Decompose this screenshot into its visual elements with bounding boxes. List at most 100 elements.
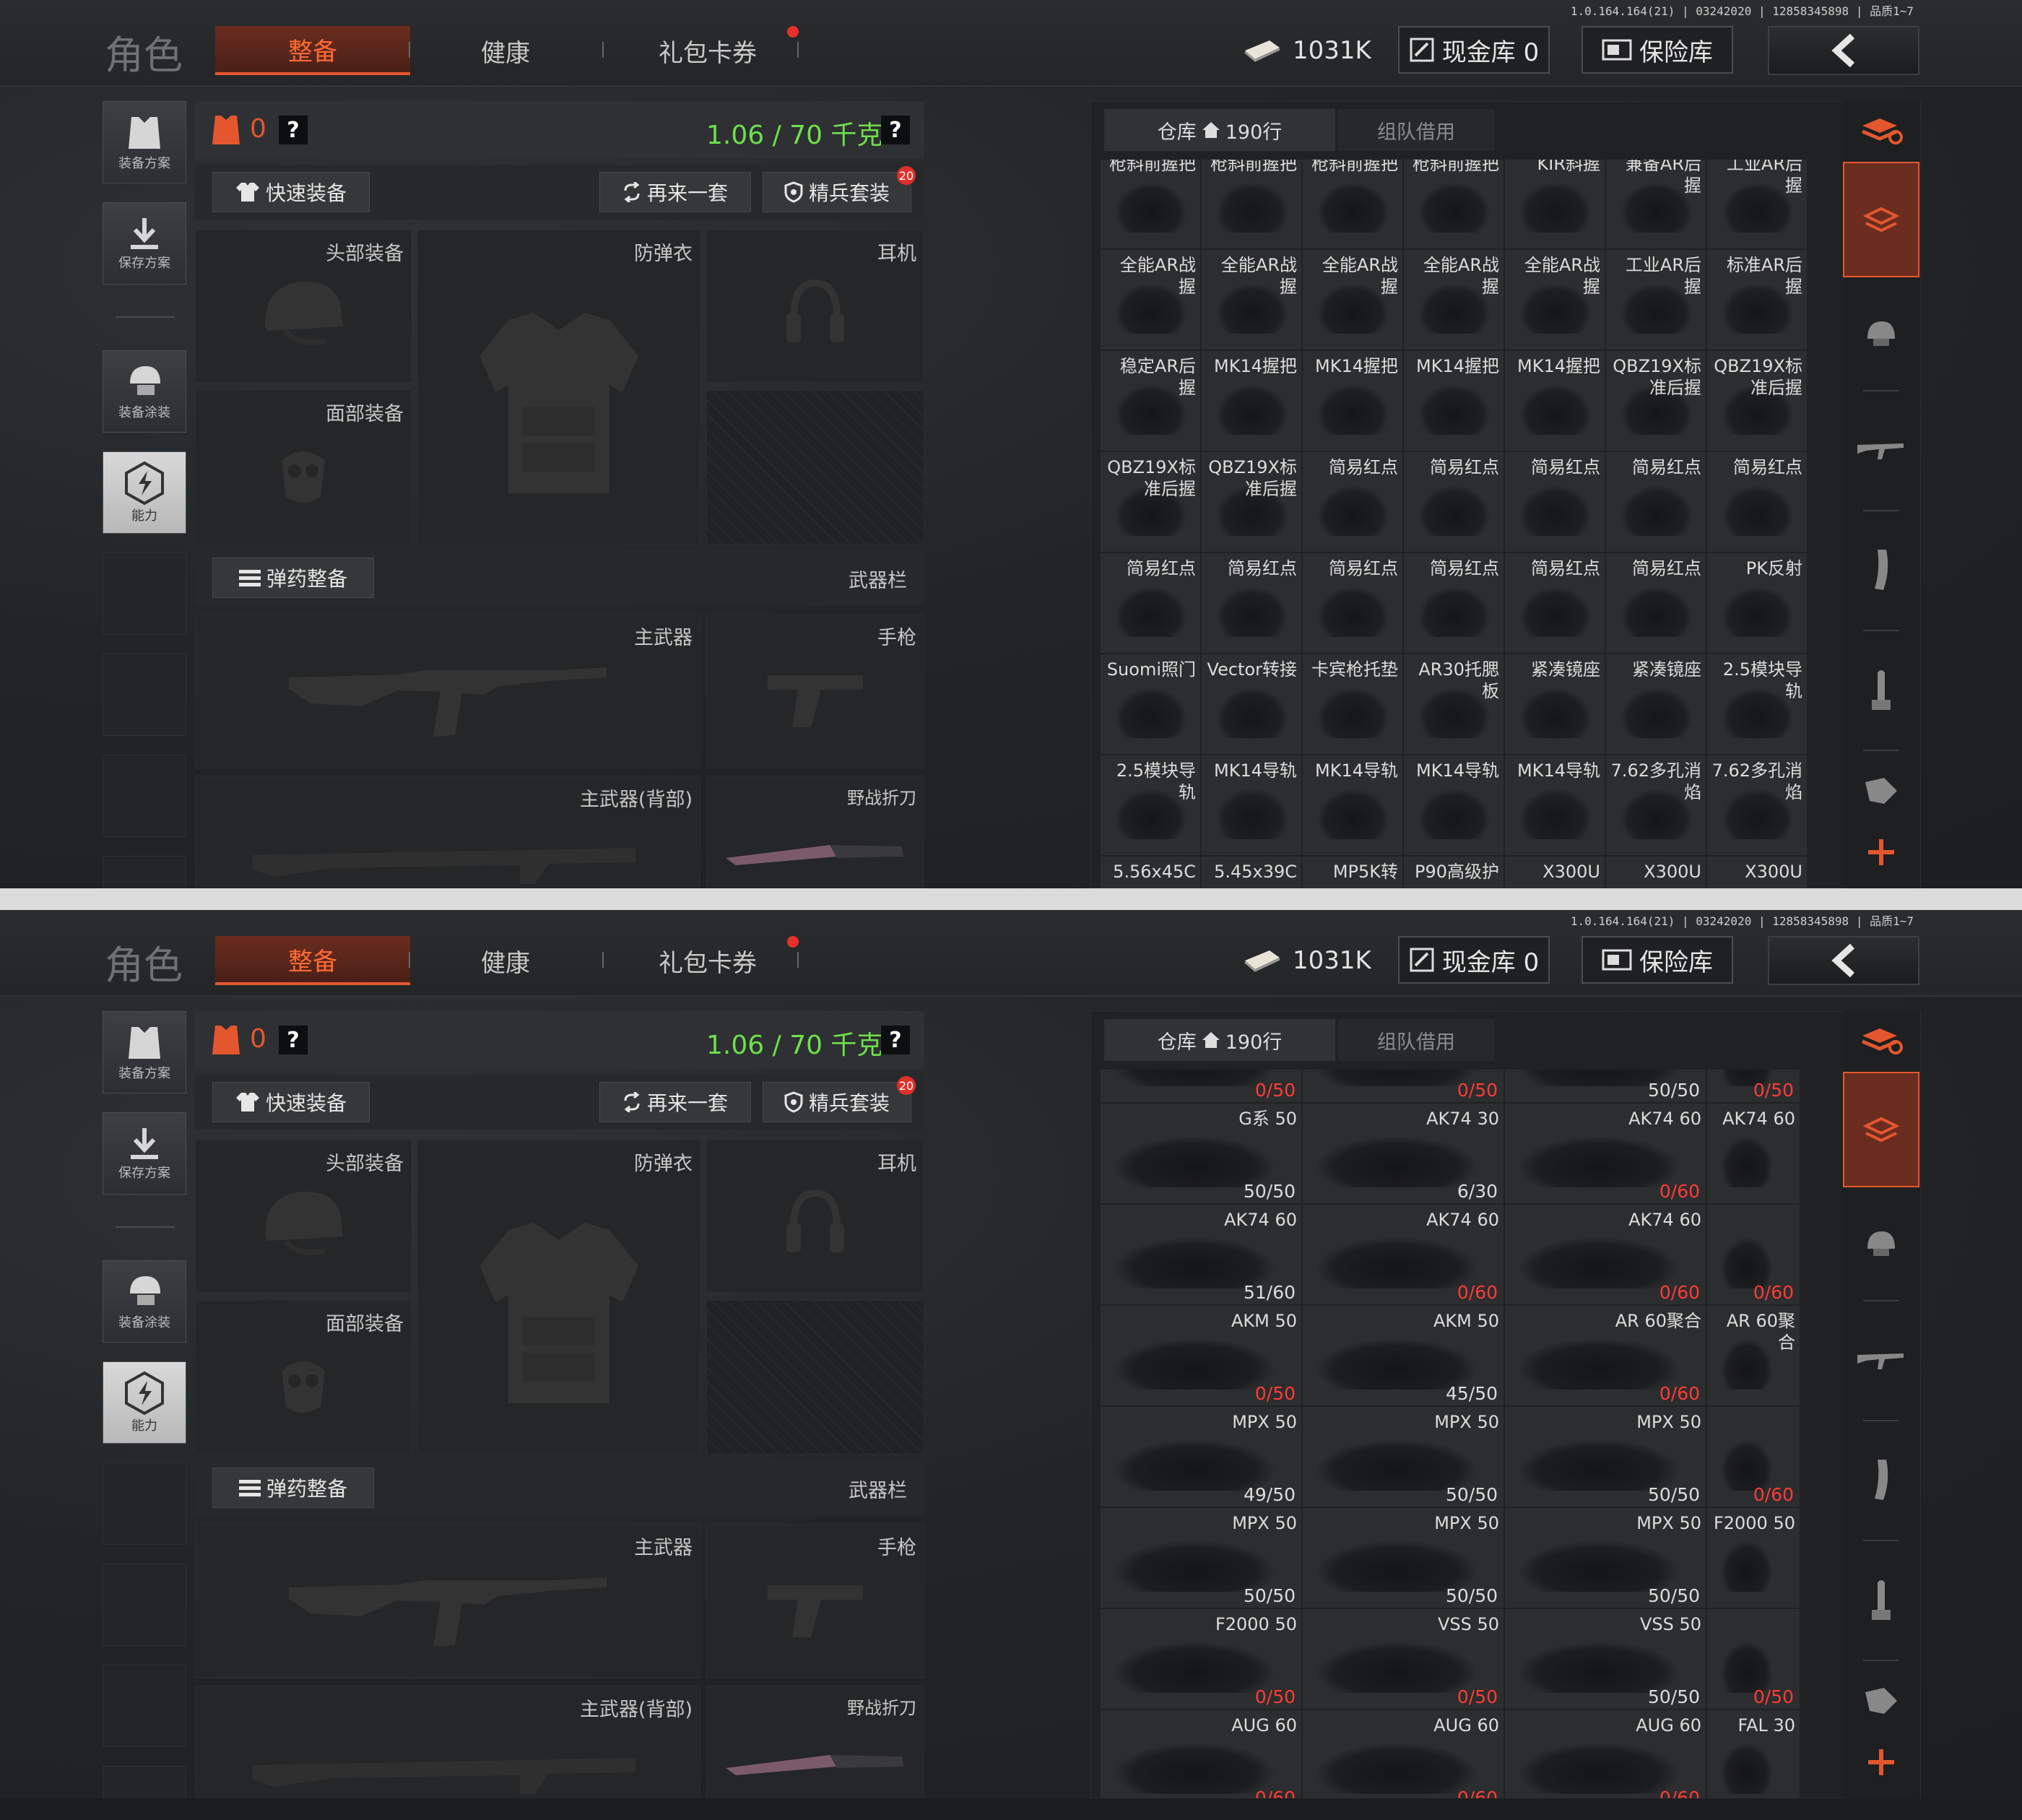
nav-weapons[interactable]	[1843, 1306, 1919, 1414]
ability-button[interactable]: 能力	[103, 1361, 186, 1444]
pistol-slot[interactable]: 手枪	[706, 614, 924, 768]
primary-weapon-slot[interactable]: 主武器	[195, 1524, 700, 1678]
inventory-item[interactable]: MK14导轨	[1403, 755, 1504, 856]
magazine-item[interactable]: F2000 50 0/50	[1100, 1608, 1302, 1710]
nav-gear[interactable]	[1843, 279, 1919, 387]
inventory-item[interactable]: 工业AR后握	[1605, 249, 1706, 350]
inventory-item[interactable]: 全能AR战握	[1100, 249, 1201, 350]
quick-equip-button[interactable]: 快速装备	[212, 172, 370, 212]
magazine-item[interactable]: AUG 60 0/60	[1302, 1710, 1504, 1798]
loadout-plan-button[interactable]: 装备方案	[103, 101, 186, 183]
camo-button[interactable]: 装备涂装	[103, 1260, 186, 1343]
loadout-plan-button[interactable]: 装备方案	[103, 1011, 186, 1093]
magazine-item[interactable]: 0/50	[1302, 1070, 1504, 1103]
inventory-item[interactable]: X300U	[1706, 856, 1808, 888]
tab-health[interactable]: 健康	[455, 26, 556, 75]
inventory-item[interactable]: 稳定AR后握	[1100, 350, 1201, 451]
nav-sort[interactable]	[1843, 101, 1919, 159]
head-slot[interactable]: 头部装备	[195, 1140, 412, 1293]
back-button[interactable]	[1768, 936, 1919, 985]
cash-vault-button[interactable]: 现金库 0	[1398, 26, 1550, 74]
inventory-item[interactable]: MK14握把	[1403, 350, 1504, 451]
inventory-item[interactable]: 工业AR后握	[1706, 160, 1808, 249]
magazine-item[interactable]: AUG 60 0/60	[1100, 1710, 1302, 1798]
magazine-item[interactable]: 50/50	[1504, 1070, 1706, 1103]
pistol-slot[interactable]: 手枪	[706, 1524, 924, 1678]
inventory-item[interactable]: QBZ19X标准后握	[1605, 350, 1706, 451]
vest-slot[interactable]: 防弹衣	[417, 1140, 700, 1455]
inventory-item[interactable]: 枪斜前握把	[1201, 160, 1302, 249]
inventory-item[interactable]: 兼备AR后握	[1605, 160, 1706, 249]
magazine-item[interactable]: 0/60	[1706, 1204, 1800, 1305]
back-weapon-slot[interactable]: 主武器(背部)	[195, 776, 700, 888]
nav-sort[interactable]	[1843, 1011, 1919, 1069]
inventory-item[interactable]: 简易红点	[1706, 451, 1808, 552]
magazine-item[interactable]: MPX 50 50/50	[1302, 1507, 1504, 1608]
add-button[interactable]	[1843, 823, 1919, 881]
nav-magazines[interactable]	[1843, 1426, 1919, 1534]
inventory-item[interactable]: P90高级护	[1403, 856, 1504, 888]
inventory-item[interactable]: MK14导轨	[1504, 755, 1605, 856]
nav-all[interactable]	[1843, 162, 1919, 277]
inventory-item[interactable]: 标准AR后握	[1706, 249, 1808, 350]
vest-slot[interactable]: 防弹衣	[417, 230, 700, 545]
inventory-item[interactable]: 2.5模块导轨	[1706, 654, 1808, 755]
inventory-item[interactable]: 枪斜前握把	[1302, 160, 1403, 249]
tab-team-borrow[interactable]: 组队借用	[1338, 1019, 1494, 1061]
face-slot[interactable]: 面部装备	[195, 1300, 412, 1455]
magazine-item[interactable]: AK74 60 51/60	[1100, 1204, 1302, 1305]
magazine-item[interactable]: AK74 60 0/60	[1302, 1204, 1504, 1305]
magazine-item[interactable]: AK74 60 0/60	[1504, 1204, 1706, 1305]
magazine-item[interactable]: G系 50 50/50	[1100, 1103, 1302, 1204]
magazine-item[interactable]: MPX 50 50/50	[1100, 1507, 1302, 1608]
another-set-button[interactable]: 再来一套	[599, 1082, 751, 1122]
inventory-item[interactable]: 简易红点	[1302, 552, 1403, 654]
magazine-item[interactable]: 0/50	[1100, 1070, 1302, 1103]
inventory-item[interactable]: 全能AR战握	[1504, 249, 1605, 350]
magazine-item[interactable]: AKM 50 0/50	[1100, 1305, 1302, 1406]
knife-slot[interactable]: 野战折刀	[706, 1686, 924, 1798]
inventory-item[interactable]: X300U	[1504, 856, 1605, 888]
magazine-item[interactable]: AKM 50 45/50	[1302, 1305, 1504, 1406]
inventory-item[interactable]: 5.56x45C	[1100, 856, 1201, 888]
inventory-item[interactable]: QBZ19X标准后握	[1100, 451, 1201, 552]
help-button[interactable]: ?	[279, 116, 308, 144]
inventory-item[interactable]: 简易红点	[1100, 552, 1201, 654]
inventory-item[interactable]: 简易红点	[1302, 451, 1403, 552]
inventory-item[interactable]: AR30托腮板	[1403, 654, 1504, 755]
inventory-item[interactable]: 全能AR战握	[1302, 249, 1403, 350]
inventory-item[interactable]: QBZ19X标准后握	[1201, 451, 1302, 552]
tab-equip[interactable]: 整备	[215, 26, 410, 75]
save-plan-button[interactable]: 保存方案	[103, 1112, 186, 1195]
tab-warehouse[interactable]: 仓库 190行	[1104, 1019, 1335, 1061]
safe-vault-button[interactable]: 保险库	[1581, 26, 1733, 74]
inventory-item[interactable]: 枪斜前握把	[1100, 160, 1201, 249]
magazine-item[interactable]: VSS 50 0/50	[1302, 1608, 1504, 1710]
inventory-item[interactable]: 7.62多孔消焰	[1706, 755, 1808, 856]
inventory-item[interactable]: MP5K转	[1302, 856, 1403, 888]
ammo-button[interactable]: 弹药整备	[212, 558, 374, 598]
inventory-item[interactable]: 简易红点	[1504, 451, 1605, 552]
inventory-item[interactable]: QBZ19X标准后握	[1706, 350, 1808, 451]
inventory-item[interactable]: X300U	[1605, 856, 1706, 888]
back-button[interactable]	[1768, 26, 1919, 75]
tab-gift-cards[interactable]: 礼包卡券	[635, 936, 780, 985]
nav-ammo[interactable]	[1843, 636, 1919, 744]
quick-equip-button[interactable]: 快速装备	[212, 1082, 370, 1122]
inventory-item[interactable]: 简易红点	[1403, 552, 1504, 654]
inventory-item[interactable]: PK反射	[1706, 552, 1808, 654]
magazine-item[interactable]: AUG 60 0/60	[1504, 1710, 1706, 1798]
inventory-item[interactable]: 简易红点	[1605, 451, 1706, 552]
inventory-item[interactable]: 简易红点	[1201, 552, 1302, 654]
tab-equip[interactable]: 整备	[215, 936, 410, 985]
nav-gear[interactable]	[1843, 1189, 1919, 1297]
elite-set-button[interactable]: 精兵套装	[763, 1082, 911, 1122]
magazine-item[interactable]: AR 60聚合	[1706, 1305, 1800, 1406]
elite-set-button[interactable]: 精兵套装	[763, 172, 911, 212]
save-plan-button[interactable]: 保存方案	[103, 202, 186, 285]
inventory-item[interactable]: 卡宾枪托垫	[1302, 654, 1403, 755]
ammo-button[interactable]: 弹药整备	[212, 1468, 374, 1508]
magazine-item[interactable]: FAL 30	[1706, 1710, 1800, 1798]
add-button[interactable]	[1843, 1733, 1919, 1791]
inventory-item[interactable]: 简易红点	[1605, 552, 1706, 654]
